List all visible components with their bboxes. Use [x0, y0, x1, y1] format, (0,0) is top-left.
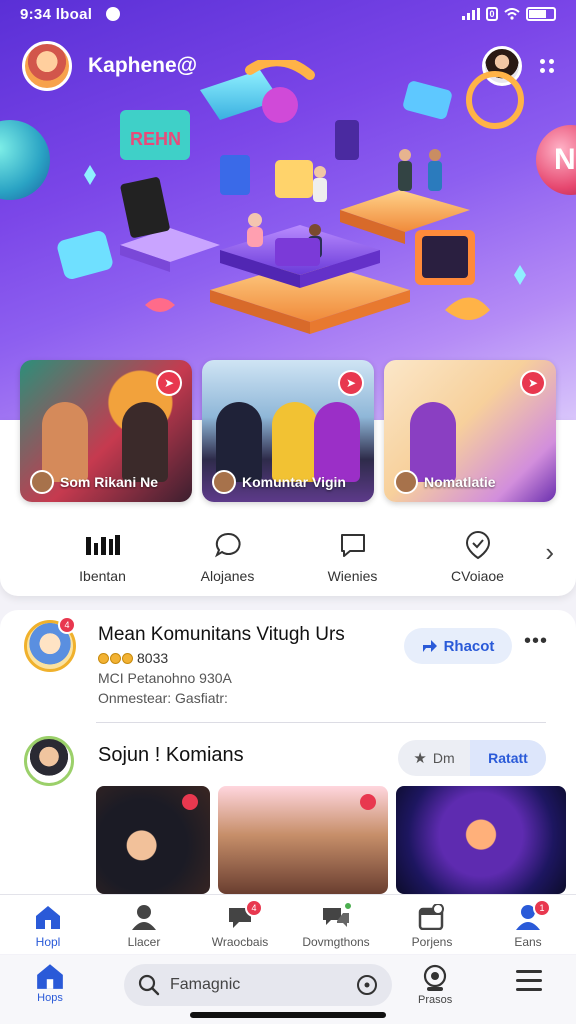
avatar	[212, 470, 236, 494]
post-item[interactable]: Sojun ! Komians ★ Dm Ratatt	[24, 736, 552, 786]
feature-card-label: Komuntar Vigin	[242, 474, 346, 490]
feature-card-label: Som Rikani Ne	[60, 474, 159, 490]
calendar-icon	[417, 903, 447, 931]
share-icon	[422, 640, 437, 652]
user-group-icon	[129, 903, 159, 931]
hero-banner: 9:34 lboal 0 Kaphene@ N REHN	[0, 0, 576, 420]
post-meta-value: 8033	[137, 650, 169, 666]
feature-card[interactable]: ➤ Komuntar Vigin	[202, 360, 374, 502]
home-icon	[37, 964, 63, 989]
camera-label: Prasos	[418, 994, 453, 1006]
media-thumbnail[interactable]	[396, 786, 566, 894]
signal-icon	[462, 8, 480, 20]
segment-option[interactable]: ★ Dm	[398, 740, 470, 776]
coin-icon	[98, 652, 133, 664]
feature-cards: ➤ Som Rikani Ne ➤ Komuntar Vigin ➤ Nomat…	[20, 360, 556, 502]
chat-icon: 4	[225, 899, 263, 931]
decorative-planet-left	[0, 120, 50, 200]
message-icon	[339, 530, 367, 560]
category-item[interactable]: Alojanes	[165, 530, 290, 590]
avatar[interactable]	[24, 736, 74, 786]
decorative-planet-right: N	[536, 125, 576, 195]
media-thumbnail[interactable]	[96, 786, 210, 894]
search-input[interactable]	[170, 976, 356, 994]
feature-card-label: Nomatlatie	[424, 474, 496, 490]
share-button[interactable]: Rhacot	[404, 628, 512, 664]
search-bar[interactable]	[124, 964, 392, 1006]
segment-label: Dm	[432, 750, 455, 766]
category-item[interactable]: CVoiaoe	[415, 530, 540, 590]
media-thumbnail[interactable]	[218, 786, 388, 894]
post-subtitle: MCI Petanohno 930A	[98, 670, 232, 686]
divider	[96, 722, 546, 723]
sim-icon: 0	[486, 7, 498, 21]
nav-item-comments[interactable]: Dovmgthons	[288, 895, 384, 954]
status-bar: 9:34 lboal 0	[20, 4, 556, 24]
dock-home-label: Hops	[37, 992, 63, 1004]
notification-icon	[106, 7, 121, 21]
notification-badge: 4	[58, 616, 76, 634]
media-thumbnails	[96, 786, 566, 894]
home-indicator	[190, 1012, 386, 1018]
segment-option-active[interactable]: Ratatt	[470, 740, 546, 776]
post-title: Sojun ! Komians	[98, 744, 244, 766]
post-item[interactable]: 4 Mean Komunitans Vitugh Urs 8033 MCI Pe…	[24, 616, 552, 716]
home-icon	[33, 903, 63, 931]
post-meta: 8033	[98, 650, 168, 666]
feature-card[interactable]: ➤ Som Rikani Ne	[20, 360, 192, 502]
category-label: Wienies	[327, 568, 378, 584]
segment-label: Ratatt	[488, 750, 528, 766]
nav-badge: 1	[533, 899, 551, 917]
post-title: Mean Komunitans Vitugh Urs	[98, 624, 345, 645]
camera-button[interactable]: Prasos	[418, 964, 452, 1006]
nav-item-profile[interactable]: 1 Eans	[480, 895, 576, 954]
category-label: CVoiaoe	[451, 568, 504, 584]
nav-label: Eans	[514, 935, 542, 949]
wifi-icon	[504, 8, 520, 20]
location-pin-icon	[464, 530, 492, 560]
category-row: Ibentan Alojanes Wienies CVoiaoe	[40, 530, 556, 590]
nav-label: Dovmgthons	[302, 935, 370, 949]
category-label: Alojanes	[200, 568, 255, 584]
menu-icon[interactable]	[516, 970, 542, 991]
bottom-nav: Hopl Llacer 4 Wraocbais Dovmgthons Porje…	[0, 894, 576, 954]
avatar	[30, 470, 54, 494]
nav-item-calendar[interactable]: Porjens	[384, 895, 480, 954]
nav-label: Llacer	[127, 935, 161, 949]
feature-card[interactable]: ➤ Nomatlatie	[384, 360, 556, 502]
more-options-icon[interactable]: •••	[524, 631, 548, 651]
status-time: 9:34 lboal	[20, 5, 93, 23]
dock-home-button[interactable]: Hops	[32, 962, 68, 1004]
comments-icon	[321, 901, 353, 931]
avatar	[394, 470, 418, 494]
star-icon: ★	[413, 750, 427, 767]
category-label: Ibentan	[79, 568, 126, 584]
search-icon	[138, 974, 160, 996]
post-description: Onmestear: Gasfiatr:	[98, 690, 228, 706]
battery-icon	[526, 7, 556, 21]
share-icon[interactable]: ➤	[338, 370, 364, 396]
share-icon[interactable]: ➤	[156, 370, 182, 396]
share-icon[interactable]: ➤	[520, 370, 546, 396]
nav-item-home[interactable]: Hopl	[0, 895, 96, 954]
chat-bubble-icon	[214, 530, 242, 560]
svg-text:REHN: REHN	[130, 129, 181, 149]
target-icon[interactable]	[356, 974, 378, 996]
nav-item-chat[interactable]: 4 Wraocbais	[192, 895, 288, 954]
more-grid-icon[interactable]	[540, 59, 554, 73]
hero-illustration: REHN	[57, 60, 526, 334]
segmented-control: ★ Dm Ratatt	[398, 740, 546, 776]
nav-item-users[interactable]: Llacer	[96, 895, 192, 954]
profile-icon: 1	[513, 899, 551, 931]
category-item[interactable]: Wienies	[290, 530, 415, 590]
category-item[interactable]: Ibentan	[40, 530, 165, 590]
bar-chart-icon	[85, 530, 121, 560]
nav-label: Wraocbais	[211, 935, 269, 949]
nav-badge: 4	[245, 899, 263, 917]
nav-label: Porjens	[411, 935, 453, 949]
share-button-label: Rhacot	[443, 637, 495, 655]
chevron-right-icon[interactable]: ›	[545, 537, 554, 568]
camera-icon	[424, 964, 447, 991]
nav-label: Hopl	[35, 935, 61, 949]
